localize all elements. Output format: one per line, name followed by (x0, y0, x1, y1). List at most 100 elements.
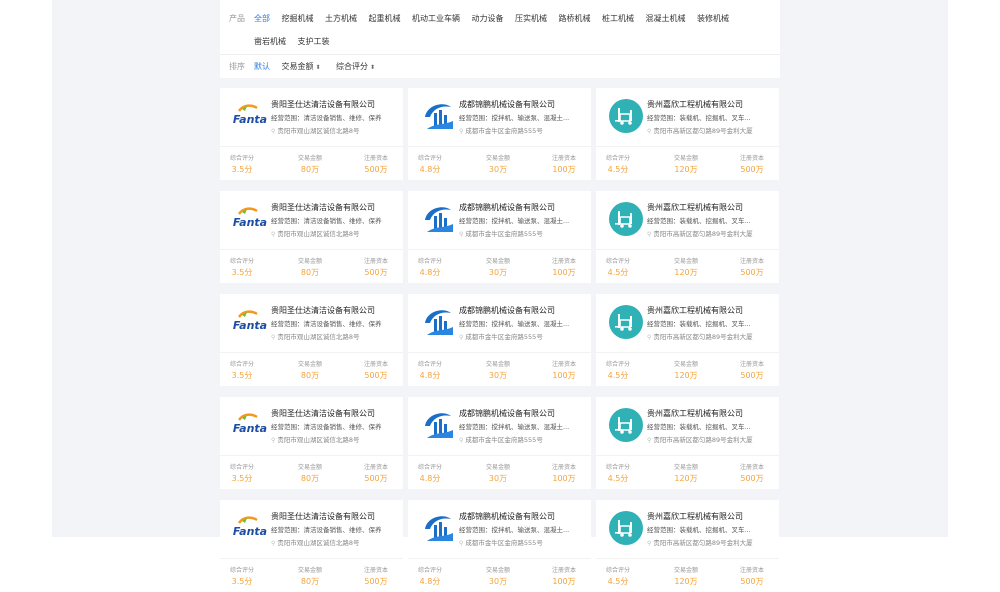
rating-stat: 综合评分 4.8分 (417, 565, 443, 587)
company-name[interactable]: 成都锦鹏机械设备有限公司 (459, 202, 555, 213)
address-text: 贵阳市高新区都匀路89号金利大厦 (653, 436, 753, 444)
rating-value: 4.5分 (607, 474, 629, 483)
amount-value: 30万 (488, 474, 508, 483)
sort-amount[interactable]: 交易金额 ⬍ (282, 61, 321, 72)
amount-value: 80万 (300, 371, 320, 380)
company-card[interactable]: 成都锦鹏机械设备有限公司 经营范围：搅拌机、输送泵、混凝土... ⚲ 成都市金牛区金府… (408, 397, 591, 489)
company-card[interactable]: 贵州嘉欣工程机械有限公司 经营范围：装载机、挖掘机、叉车... ⚲ 贵阳市高新区都匀路… (596, 191, 779, 283)
rating-stat: 综合评分 3.5分 (229, 359, 255, 381)
card-divider (220, 249, 403, 250)
company-name[interactable]: 贵州嘉欣工程机械有限公司 (647, 511, 743, 522)
category-chip[interactable]: 混凝土机械 (646, 13, 686, 24)
company-address: ⚲ 贵阳市高新区都匀路89号金利大厦 (647, 228, 777, 238)
category-chip[interactable]: 全部 (254, 13, 270, 24)
category-chip[interactable]: 土方机械 (325, 13, 357, 24)
capital-value: 500万 (740, 371, 764, 380)
capital-stat: 注册资本 500万 (737, 359, 767, 381)
card-divider (408, 146, 591, 147)
address-text: 贵阳市高新区都匀路89号金利大厦 (653, 127, 753, 135)
card-divider (596, 352, 779, 353)
category-chip[interactable]: 动力设备 (472, 13, 504, 24)
company-name[interactable]: 贵阳圣仕达清洁设备有限公司 (271, 408, 375, 419)
capital-label: 注册资本 (363, 567, 388, 574)
company-address: ⚲ 成都市金牛区金府路555号 (459, 537, 589, 547)
company-card[interactable]: 成都锦鹏机械设备有限公司 经营范围：搅拌机、输送泵、混凝土... ⚲ 成都市金牛区金府… (408, 88, 591, 180)
category-chip[interactable]: 挖掘机械 (282, 13, 314, 24)
rating-stat: 综合评分 4.8分 (417, 359, 443, 381)
location-pin-icon: ⚲ (459, 334, 464, 341)
company-card[interactable]: Fanta 贵阳圣仕达清洁设备有限公司 经营范围：清洁设备销售、维修、保养 ⚲ 贵阳市观… (220, 191, 403, 283)
rating-label: 综合评分 (417, 567, 442, 574)
company-name[interactable]: 贵州嘉欣工程机械有限公司 (647, 408, 743, 419)
amount-stat: 交易金额 30万 (483, 256, 513, 278)
company-card[interactable]: 成都锦鹏机械设备有限公司 经营范围：搅拌机、输送泵、混凝土... ⚲ 成都市金牛区金府… (408, 294, 591, 386)
building-logo (421, 408, 455, 442)
amount-stat: 交易金额 80万 (295, 462, 325, 484)
category-chip[interactable]: 机动工业车辆 (412, 13, 460, 24)
category-chip[interactable]: 装修机械 (697, 13, 729, 24)
company-name[interactable]: 贵阳圣仕达清洁设备有限公司 (271, 202, 375, 213)
capital-value: 500万 (364, 474, 388, 483)
amount-label: 交易金额 (485, 361, 510, 368)
capital-value: 500万 (740, 577, 764, 586)
category-chip[interactable]: 压实机械 (515, 13, 547, 24)
address-text: 贵阳市观山湖区诚信北路8号 (277, 230, 360, 238)
company-name[interactable]: 成都锦鹏机械设备有限公司 (459, 305, 555, 316)
company-name[interactable]: 贵阳圣仕达清洁设备有限公司 (271, 511, 375, 522)
company-card[interactable]: 成都锦鹏机械设备有限公司 经营范围：搅拌机、输送泵、混凝土... ⚲ 成都市金牛区金府… (408, 191, 591, 283)
amount-value: 30万 (488, 577, 508, 586)
company-name[interactable]: 贵州嘉欣工程机械有限公司 (647, 99, 743, 110)
sort-default[interactable]: 默认 (254, 61, 270, 72)
business-scope: 经营范围：清洁设备销售、维修、保养 (271, 217, 382, 225)
company-name[interactable]: 贵州嘉欣工程机械有限公司 (647, 202, 743, 213)
company-name[interactable]: 贵阳圣仕达清洁设备有限公司 (271, 99, 375, 110)
svg-text:Fanta: Fanta (233, 113, 267, 126)
category-chip[interactable]: 桩工机械 (602, 13, 634, 24)
sort-rating[interactable]: 综合评分 ⬍ (336, 61, 375, 72)
company-card[interactable]: 贵州嘉欣工程机械有限公司 经营范围：装载机、挖掘机、叉车... ⚲ 贵阳市高新区都匀路… (596, 500, 779, 592)
rating-stat: 综合评分 4.8分 (417, 256, 443, 278)
capital-label: 注册资本 (551, 155, 576, 162)
rating-value: 3.5分 (231, 577, 253, 586)
company-card[interactable]: 贵州嘉欣工程机械有限公司 经营范围：装载机、挖掘机、叉车... ⚲ 贵阳市高新区都匀路… (596, 88, 779, 180)
card-divider (596, 558, 779, 559)
category-chip[interactable]: 凿岩机械 (254, 36, 286, 47)
card-divider (220, 558, 403, 559)
rating-value: 4.8分 (419, 474, 441, 483)
category-chip[interactable]: 路桥机械 (559, 13, 591, 24)
company-card[interactable]: 贵州嘉欣工程机械有限公司 经营范围：装载机、挖掘机、叉车... ⚲ 贵阳市高新区都匀路… (596, 294, 779, 386)
capital-stat: 注册资本 500万 (737, 565, 767, 587)
capital-label: 注册资本 (363, 258, 388, 265)
company-address: ⚲ 贵阳市观山湖区诚信北路8号 (271, 228, 401, 238)
company-card[interactable]: Fanta 贵阳圣仕达清洁设备有限公司 经营范围：清洁设备销售、维修、保养 ⚲ 贵阳市观… (220, 88, 403, 180)
company-card[interactable]: Fanta 贵阳圣仕达清洁设备有限公司 经营范围：清洁设备销售、维修、保养 ⚲ 贵阳市观… (220, 294, 403, 386)
capital-stat: 注册资本 100万 (549, 565, 579, 587)
company-card[interactable]: Fanta 贵阳圣仕达清洁设备有限公司 经营范围：清洁设备销售、维修、保养 ⚲ 贵阳市观… (220, 397, 403, 489)
company-name[interactable]: 成都锦鹏机械设备有限公司 (459, 99, 555, 110)
amount-stat: 交易金额 120万 (671, 462, 701, 484)
capital-stat: 注册资本 500万 (737, 256, 767, 278)
amount-label: 交易金额 (297, 361, 322, 368)
business-scope: 经营范围：清洁设备销售、维修、保养 (271, 320, 382, 328)
svg-text:Fanta: Fanta (233, 216, 267, 229)
company-card[interactable]: 成都锦鹏机械设备有限公司 经营范围：搅拌机、输送泵、混凝土... ⚲ 成都市金牛区金府… (408, 500, 591, 592)
amount-label: 交易金额 (297, 567, 322, 574)
company-address: ⚲ 贵阳市观山湖区诚信北路8号 (271, 537, 401, 547)
company-name[interactable]: 成都锦鹏机械设备有限公司 (459, 408, 555, 419)
category-chip[interactable]: 起重机械 (369, 13, 401, 24)
company-address: ⚲ 成都市金牛区金府路555号 (459, 228, 589, 238)
company-name[interactable]: 贵州嘉欣工程机械有限公司 (647, 305, 743, 316)
company-card[interactable]: 贵州嘉欣工程机械有限公司 经营范围：装载机、挖掘机、叉车... ⚲ 贵阳市高新区都匀路… (596, 397, 779, 489)
company-card[interactable]: Fanta 贵阳圣仕达清洁设备有限公司 经营范围：清洁设备销售、维修、保养 ⚲ 贵阳市观… (220, 500, 403, 592)
filter-divider (220, 54, 780, 55)
fanta-logo: Fanta (233, 511, 267, 545)
business-scope: 经营范围：装载机、挖掘机、叉车... (647, 320, 751, 328)
capital-stat: 注册资本 500万 (361, 462, 391, 484)
amount-label: 交易金额 (297, 464, 322, 471)
company-name[interactable]: 成都锦鹏机械设备有限公司 (459, 511, 555, 522)
company-name[interactable]: 贵阳圣仕达清洁设备有限公司 (271, 305, 375, 316)
location-pin-icon: ⚲ (459, 128, 464, 135)
category-chip[interactable]: 支护工装 (298, 36, 330, 47)
amount-value: 30万 (488, 165, 508, 174)
capital-value: 500万 (740, 474, 764, 483)
